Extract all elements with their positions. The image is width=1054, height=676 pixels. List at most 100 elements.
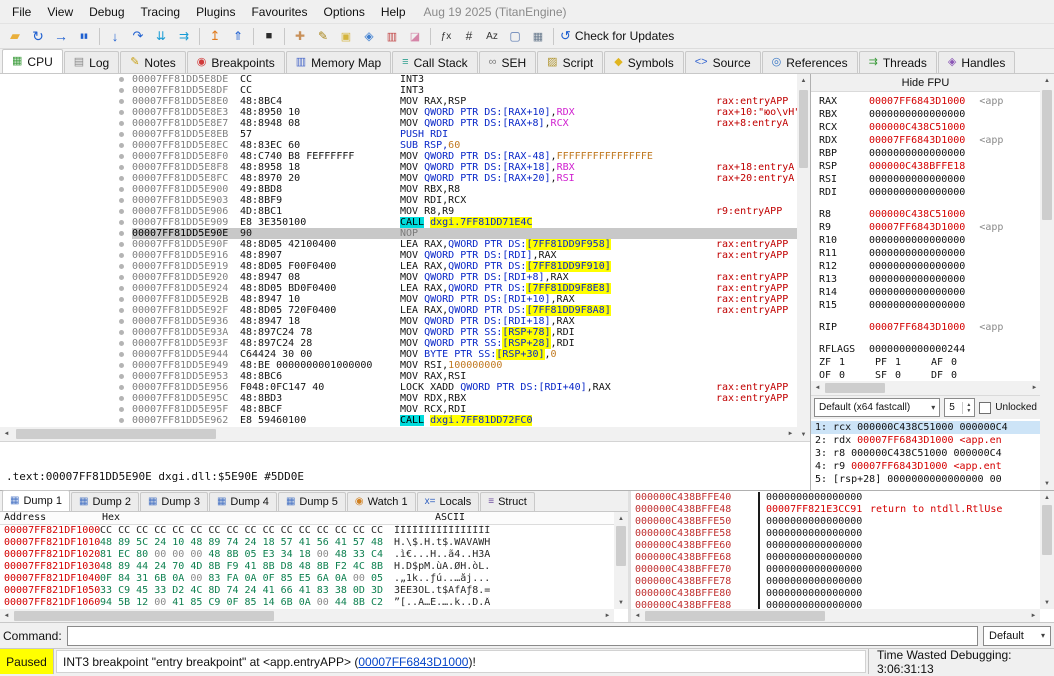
step-into-icon[interactable]: ↓ bbox=[104, 26, 126, 47]
disasm-row[interactable]: 00007FF81DD5E8F048:C740 B8 FEFFFFFFMOV Q… bbox=[0, 151, 797, 162]
run-to-user-code-icon[interactable]: ⇑ bbox=[227, 26, 249, 47]
flag-sf[interactable]: SF0 bbox=[875, 369, 931, 381]
disasm-row[interactable]: 00007FF81DD5E8EB57PUSH RDI bbox=[0, 129, 797, 140]
disasm-row[interactable]: 00007FF81DD5E8DECCINT3 bbox=[0, 74, 797, 85]
scroll-right-arrow[interactable]: ► bbox=[1027, 609, 1040, 623]
stack-row[interactable]: 000000C438BFFE500000000000000000 bbox=[631, 516, 1040, 528]
stepper-arrows-icon[interactable]: ▲▼ bbox=[962, 402, 974, 414]
menu-plugins[interactable]: Plugins bbox=[188, 1, 243, 23]
stack-row[interactable]: 000000C438BFFE680000000000000000 bbox=[631, 552, 1040, 564]
disasm-row[interactable]: 00007FF81DD5E91948:8D05 F00F0400LEA RAX,… bbox=[0, 261, 797, 272]
dump-tab-dump-1[interactable]: ▦Dump 1 bbox=[2, 490, 70, 511]
dump-row[interactable]: 00007FF821DF103048 89 44 24 70 4D 8B F9 … bbox=[0, 561, 628, 573]
register-rdx[interactable]: RDX00007FF6843D1000<app bbox=[811, 134, 1040, 147]
registers-vertical-scrollbar[interactable]: ▲▼ bbox=[1040, 74, 1054, 490]
window-icon[interactable]: ▢ bbox=[504, 26, 526, 47]
trace-over-icon[interactable]: ⇉ bbox=[173, 26, 195, 47]
stack-horizontal-scrollbar[interactable]: ◄► bbox=[631, 609, 1040, 623]
scroll-left-arrow[interactable]: ◄ bbox=[811, 381, 824, 395]
disasm-row[interactable]: 00007FF81DD5E92448:8D05 BD0F0400LEA RAX,… bbox=[0, 283, 797, 294]
register-r15[interactable]: R150000000000000000 bbox=[811, 299, 1040, 312]
tab-script[interactable]: ▨Script bbox=[537, 51, 603, 73]
disasm-row[interactable]: 00007FF81DD5E91648:8907MOV QWORD PTR DS:… bbox=[0, 250, 797, 261]
scroll-thumb[interactable] bbox=[645, 611, 825, 621]
register-r8[interactable]: R8000000C438C51000 bbox=[811, 208, 1040, 221]
disasm-row[interactable]: 00007FF81DD5E94948:BE 0000000001000000MO… bbox=[0, 360, 797, 371]
eraser-icon[interactable]: ◪ bbox=[404, 26, 426, 47]
register-rsi[interactable]: RSI0000000000000000 bbox=[811, 173, 1040, 186]
scroll-up-arrow[interactable]: ▲ bbox=[1040, 491, 1054, 504]
registers-horizontal-scrollbar[interactable]: ◄► bbox=[811, 381, 1041, 395]
comments-icon[interactable]: ▣ bbox=[335, 26, 357, 47]
disasm-row[interactable]: 00007FF81DD5E944C64424 30 00MOV BYTE PTR… bbox=[0, 349, 797, 360]
hide-fpu-button[interactable]: Hide FPU bbox=[811, 74, 1040, 92]
calculator-icon[interactable]: ▦ bbox=[527, 26, 549, 47]
labels-icon[interactable]: ◈ bbox=[358, 26, 380, 47]
disasm-row[interactable]: 00007FF81DD5E92F48:8D05 720F0400LEA RAX,… bbox=[0, 305, 797, 316]
patches-icon[interactable]: ✚ bbox=[289, 26, 311, 47]
disasm-row[interactable]: 00007FF81DD5E909E8 3E350100CALL dxgi.7FF… bbox=[0, 217, 797, 228]
disassembly-view[interactable]: 00007FF81DD5E8DECCINT300007FF81DD5E8DFCC… bbox=[0, 74, 797, 427]
scroll-thumb[interactable] bbox=[14, 611, 274, 621]
disasm-row[interactable]: 00007FF81DD5E8E048:8BC4MOV RAX,RSPrax:en… bbox=[0, 96, 797, 107]
scroll-left-arrow[interactable]: ◄ bbox=[631, 609, 644, 623]
disasm-row[interactable]: 00007FF81DD5E95C48:8BD3MOV RDX,RBXrax:en… bbox=[0, 393, 797, 404]
stack-row[interactable]: 000000C438BFFE880000000000000000 bbox=[631, 600, 1040, 609]
argument-row[interactable]: 2: rdx 00007FF6843D1000 <app.en bbox=[811, 434, 1040, 447]
scroll-right-arrow[interactable]: ► bbox=[784, 427, 797, 441]
disasm-row[interactable]: 00007FF81DD5E8F848:8958 18MOV QWORD PTR … bbox=[0, 162, 797, 173]
scroll-thumb[interactable] bbox=[1042, 505, 1052, 555]
register-rcx[interactable]: RCX000000C438C51000 bbox=[811, 121, 1040, 134]
menu-debug[interactable]: Debug bbox=[81, 1, 132, 23]
function-fx-icon[interactable]: ƒx bbox=[435, 26, 457, 47]
scroll-up-arrow[interactable]: ▲ bbox=[614, 512, 628, 525]
menu-favourites[interactable]: Favourites bbox=[243, 1, 315, 23]
tab-memory-map[interactable]: ▥Memory Map bbox=[286, 51, 391, 73]
scroll-down-arrow[interactable]: ▼ bbox=[1040, 596, 1054, 609]
restart-icon[interactable]: ↻ bbox=[27, 26, 49, 47]
register-rip[interactable]: RIP00007FF6843D1000<app bbox=[811, 321, 1040, 334]
disasm-row[interactable]: 00007FF81DD5E8E748:8948 08MOV QWORD PTR … bbox=[0, 118, 797, 129]
register-r9[interactable]: R900007FF6843D1000<app bbox=[811, 221, 1040, 234]
register-r11[interactable]: R110000000000000000 bbox=[811, 247, 1040, 260]
tab-cpu[interactable]: ▦CPU bbox=[2, 49, 63, 73]
stack-row[interactable]: 000000C438BFFE800000000000000000 bbox=[631, 588, 1040, 600]
tab-log[interactable]: ▤Log bbox=[64, 51, 119, 73]
disasm-row[interactable]: 00007FF81DD5E92B48:8947 10MOV QWORD PTR … bbox=[0, 294, 797, 305]
disasm-row[interactable]: 00007FF81DD5E90E90NOP bbox=[0, 228, 797, 239]
tab-source[interactable]: <>Source bbox=[685, 51, 761, 73]
argument-count-stepper[interactable]: 5 ▲▼ bbox=[944, 398, 975, 417]
step-over-icon[interactable]: ↷ bbox=[127, 26, 149, 47]
stop-debug-icon[interactable]: ■ bbox=[258, 26, 280, 47]
menu-file[interactable]: File bbox=[4, 1, 39, 23]
flag-of[interactable]: OF0 bbox=[819, 369, 875, 381]
dump-tab-struct[interactable]: ≡Struct bbox=[480, 492, 535, 511]
command-input[interactable] bbox=[67, 626, 978, 646]
dump-tab-dump-4[interactable]: ▦Dump 4 bbox=[209, 492, 277, 511]
disasm-row[interactable]: 00007FF81DD5E8EC48:83EC 60SUB RSP,60 bbox=[0, 140, 797, 151]
scroll-down-arrow[interactable]: ▼ bbox=[797, 428, 810, 441]
flag-af[interactable]: AF0 bbox=[931, 356, 987, 369]
tab-references[interactable]: ◎References bbox=[762, 51, 858, 73]
stack-row[interactable]: 000000C438BFFE600000000000000000 bbox=[631, 540, 1040, 552]
scroll-thumb[interactable] bbox=[825, 383, 885, 393]
disasm-row[interactable]: 00007FF81DD5E956F048:0FC147 40LOCK XADD … bbox=[0, 382, 797, 393]
disasm-row[interactable]: 00007FF81DD5E95348:8BC6MOV RAX,RSI bbox=[0, 371, 797, 382]
dump-tab-dump-2[interactable]: ▦Dump 2 bbox=[71, 492, 139, 511]
breakpoint-address-link[interactable]: 00007FF6843D1000 bbox=[358, 655, 468, 669]
font-az-icon[interactable]: Aᴢ bbox=[481, 26, 503, 47]
menu-tracing[interactable]: Tracing bbox=[133, 1, 189, 23]
menu-options[interactable]: Options bbox=[315, 1, 372, 23]
scroll-left-arrow[interactable]: ◄ bbox=[0, 609, 13, 623]
stack-rows[interactable]: 000000C438BFFE400000000000000000000000C4… bbox=[631, 492, 1040, 609]
argument-row[interactable]: 5: [rsp+28] 0000000000000000 00 bbox=[811, 473, 1040, 486]
memory-hash-icon[interactable]: # bbox=[458, 26, 480, 47]
register-r14[interactable]: R140000000000000000 bbox=[811, 286, 1040, 299]
register-rax[interactable]: RAX00007FF6843D1000<app bbox=[811, 95, 1040, 108]
register-r10[interactable]: R100000000000000000 bbox=[811, 234, 1040, 247]
scroll-thumb[interactable] bbox=[1042, 90, 1052, 220]
register-rbp[interactable]: RBP0000000000000000 bbox=[811, 147, 1040, 160]
run-icon[interactable]: → bbox=[50, 26, 72, 47]
dump-tab-locals[interactable]: x=Locals bbox=[417, 492, 480, 511]
menu-help[interactable]: Help bbox=[373, 1, 414, 23]
